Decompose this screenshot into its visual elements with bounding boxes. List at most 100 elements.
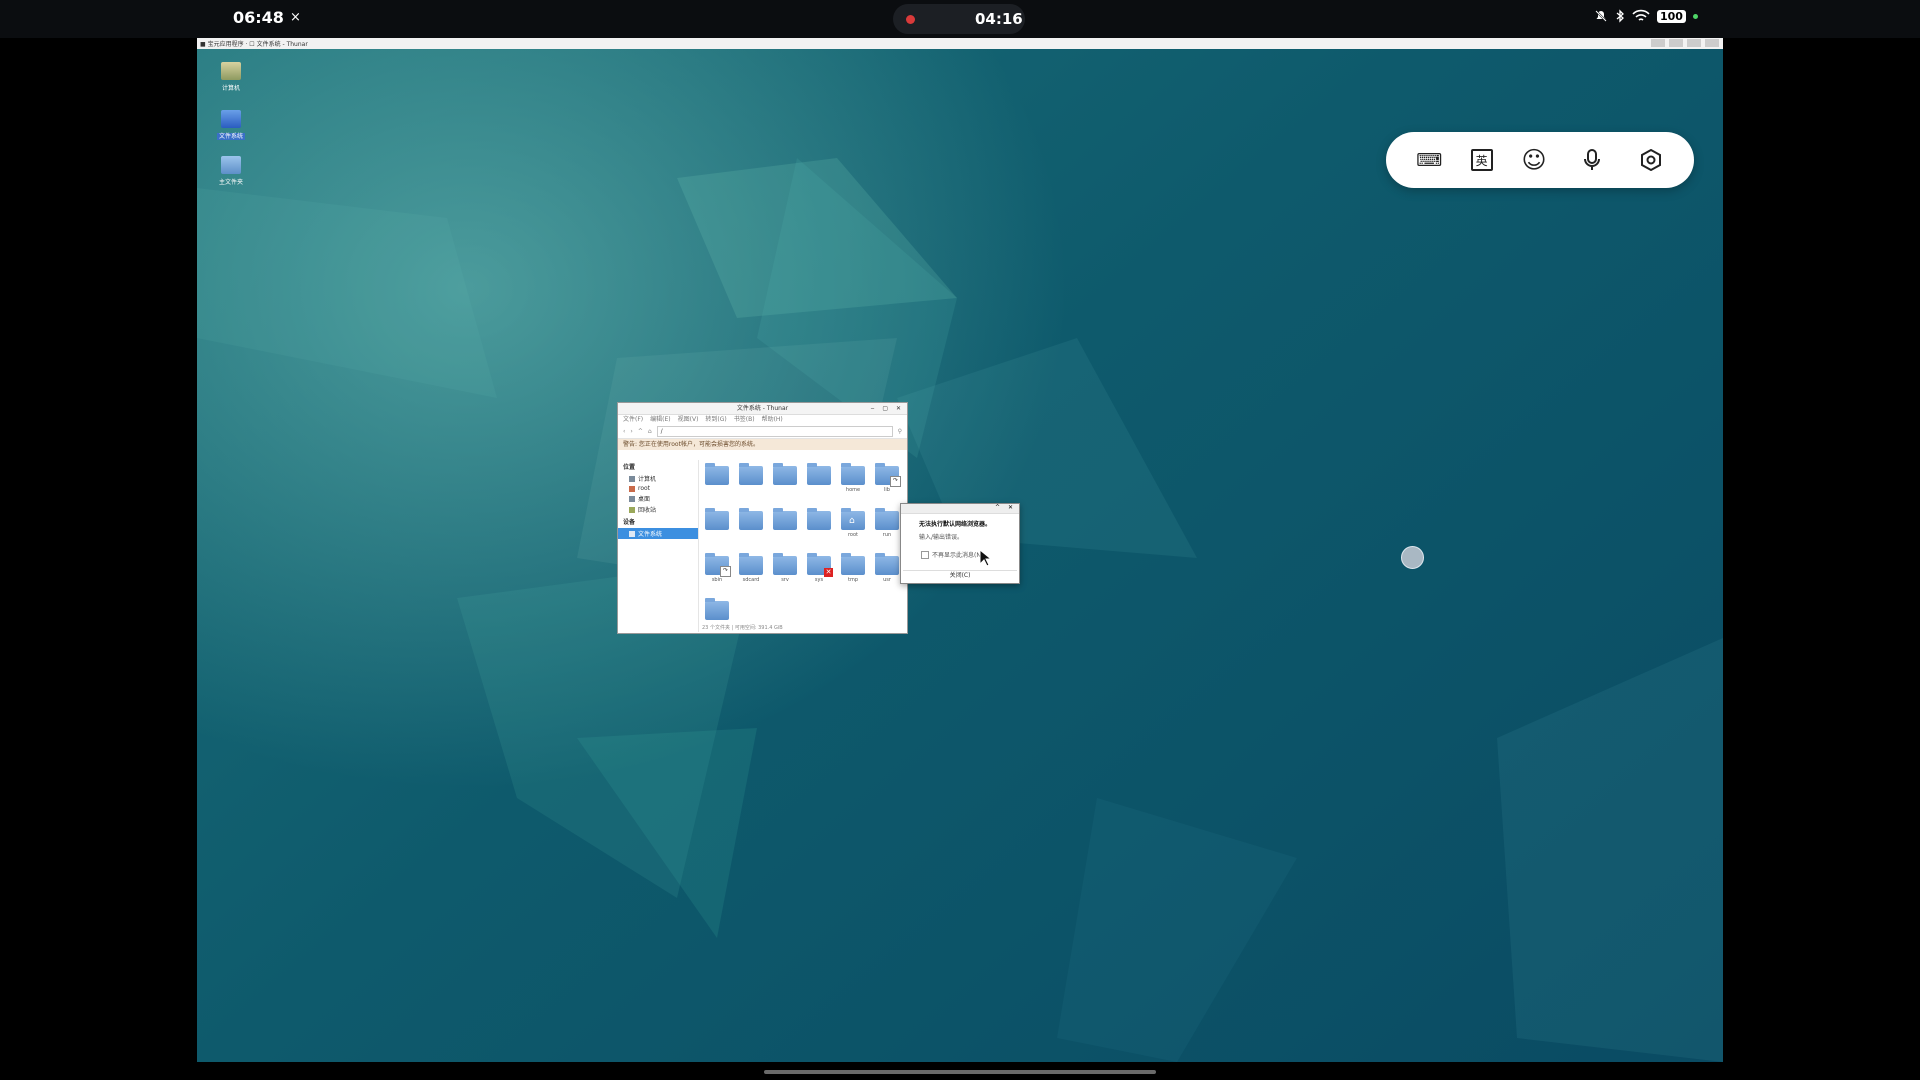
folder-icon xyxy=(773,463,797,485)
folder-label: lib xyxy=(884,487,890,493)
folder-icon: ↷ xyxy=(875,463,901,487)
folder-item[interactable]: srv xyxy=(770,553,800,583)
language-icon[interactable]: 英 xyxy=(1470,149,1493,171)
folder-item[interactable] xyxy=(702,598,732,622)
folder-icon xyxy=(875,553,899,575)
settings-icon[interactable] xyxy=(1634,143,1668,177)
folder-item[interactable]: tmp xyxy=(838,553,868,583)
up-icon[interactable]: ^ xyxy=(638,428,643,435)
folder-label: home xyxy=(845,487,861,493)
keyboard-icon[interactable]: ⌨ xyxy=(1412,143,1446,177)
folder-item[interactable] xyxy=(804,508,834,532)
sidebar-item-label: 计算机 xyxy=(638,476,657,483)
sidebar-item-label: 桌面 xyxy=(638,496,651,503)
desktop-icon-filesystem[interactable]: 文件系统 xyxy=(209,110,253,140)
menu-file[interactable]: 文件(F) xyxy=(623,415,643,424)
emoji-icon[interactable]: ☺ xyxy=(1517,143,1551,177)
window-controls[interactable]: ‒ ▢ ✕ xyxy=(871,403,904,414)
trash-icon xyxy=(629,506,635,513)
home-indicator[interactable] xyxy=(764,1070,1156,1074)
folder-icon xyxy=(841,463,865,485)
folder-item[interactable] xyxy=(736,508,766,532)
screen-recording-pill[interactable]: 04:16 xyxy=(893,4,1025,34)
sidebar-item-computer[interactable]: 计算机 xyxy=(618,473,698,484)
remote-top-panel: ■ 宝元应用程序 · ☐ 文件系统 - Thunar xyxy=(197,38,1723,49)
folder-icon xyxy=(807,508,831,530)
home-icon[interactable]: ⌂ xyxy=(648,428,652,435)
checkbox-label: 不再显示此消息(N) xyxy=(932,552,984,559)
search-icon[interactable]: ⚲ xyxy=(898,428,902,435)
folder-item[interactable] xyxy=(702,463,732,487)
back-icon[interactable]: ‹ xyxy=(623,428,625,435)
menu-view[interactable]: 视图(V) xyxy=(678,415,699,424)
home-badge-icon: ⌂ xyxy=(849,516,855,526)
tray-item[interactable] xyxy=(1651,39,1665,47)
folder-icon xyxy=(739,508,763,530)
sidebar-header-devices: 设备 xyxy=(623,519,636,526)
folder-item[interactable]: run xyxy=(872,508,902,538)
sidebar-item-label: 回收站 xyxy=(638,507,657,514)
folder-icon xyxy=(705,598,729,620)
desktop-icon-label: 主文件夹 xyxy=(218,179,243,186)
folder-item[interactable]: home xyxy=(838,463,868,493)
folder-item[interactable]: ✕ sys xyxy=(804,553,834,583)
microphone-icon[interactable] xyxy=(1575,143,1609,177)
folder-icon: ↷ xyxy=(705,553,731,577)
sidebar-item-label: 文件系统 xyxy=(638,531,663,538)
error-dialog[interactable]: ^ ✕ 无法执行默认网络浏览器。 输入/输出错误。 不再显示此消息(N) 关闭(… xyxy=(900,503,1020,584)
menu-go[interactable]: 转到(G) xyxy=(705,415,726,424)
folder-icon xyxy=(739,463,763,485)
folder-item[interactable] xyxy=(804,463,834,487)
folder-item[interactable]: usr xyxy=(872,553,902,583)
location-bar[interactable]: / xyxy=(656,425,893,437)
folder-label: tmp xyxy=(847,577,858,583)
dialog-controls[interactable]: ^ ✕ xyxy=(995,504,1016,511)
touch-pointer xyxy=(1401,546,1424,569)
tray-item[interactable] xyxy=(1687,39,1701,47)
folder-item[interactable] xyxy=(736,463,766,487)
folder-item[interactable]: ↷ sbin xyxy=(702,553,732,583)
folder-label: usr xyxy=(883,577,891,583)
wifi-icon xyxy=(1632,9,1650,21)
bluetooth-icon xyxy=(1616,9,1624,23)
sidebar-item-root[interactable]: root xyxy=(618,484,698,493)
menu-help[interactable]: 帮助(H) xyxy=(762,415,783,424)
sidebar: 位置 计算机 root 桌面 回收站 设备 文件系统 xyxy=(618,460,699,632)
window-titlebar[interactable]: 文件系统 - Thunar ‒ ▢ ✕ xyxy=(618,403,907,415)
desktop-icon-home[interactable]: 主文件夹 xyxy=(209,156,253,186)
toolbar: ‹ › ^ ⌂ / ⚲ xyxy=(618,424,907,439)
input-method-toolbar: ⌨ 英 ☺ xyxy=(1386,132,1694,188)
desktop-icon-computer[interactable]: 计算机 xyxy=(209,62,253,92)
dialog-titlebar[interactable]: ^ ✕ xyxy=(901,504,1019,514)
forward-icon[interactable]: › xyxy=(630,428,632,435)
folder-item[interactable] xyxy=(702,508,732,532)
folder-item[interactable]: ↷ lib xyxy=(872,463,902,493)
close-button[interactable]: 关闭(C) xyxy=(903,570,1017,581)
mouse-cursor-icon xyxy=(979,549,991,567)
folder-icon xyxy=(773,508,797,530)
folder-icon xyxy=(705,463,729,485)
folder-icon xyxy=(807,463,831,485)
folder-item[interactable] xyxy=(770,463,800,487)
dont-show-again-checkbox[interactable]: 不再显示此消息(N) xyxy=(901,541,1019,559)
tray-item[interactable] xyxy=(1705,39,1719,47)
battery-indicator: 100 xyxy=(1657,9,1686,23)
close-icon[interactable]: × xyxy=(290,10,301,25)
sidebar-item-trash[interactable]: 回收站 xyxy=(618,504,698,515)
privacy-dot-icon xyxy=(1692,13,1698,19)
tray-item[interactable] xyxy=(1669,39,1683,47)
menu-bookmarks[interactable]: 书签(B) xyxy=(734,415,755,424)
status-bar: 06:48 × 04:16 100 xyxy=(0,0,1920,38)
folder-item[interactable]: sdcard xyxy=(736,553,766,583)
dialog-detail: 输入/输出错误。 xyxy=(919,534,964,541)
desktop-icon-label: 计算机 xyxy=(221,85,240,92)
folder-item[interactable] xyxy=(770,508,800,532)
menu-edit[interactable]: 编辑(E) xyxy=(650,415,670,424)
sidebar-item-filesystem[interactable]: 文件系统 xyxy=(618,528,698,539)
folder-item[interactable]: ⌂ root xyxy=(838,508,868,538)
sidebar-item-desktop[interactable]: 桌面 xyxy=(618,493,698,504)
panel-window-title[interactable]: ■ 宝元应用程序 · ☐ 文件系统 - Thunar xyxy=(200,39,308,48)
checkbox-box[interactable] xyxy=(921,550,929,559)
folder-label: sdcard xyxy=(742,577,760,583)
file-manager-window[interactable]: 文件系统 - Thunar ‒ ▢ ✕ 文件(F) 编辑(E) 视图(V) 转到… xyxy=(617,402,908,634)
